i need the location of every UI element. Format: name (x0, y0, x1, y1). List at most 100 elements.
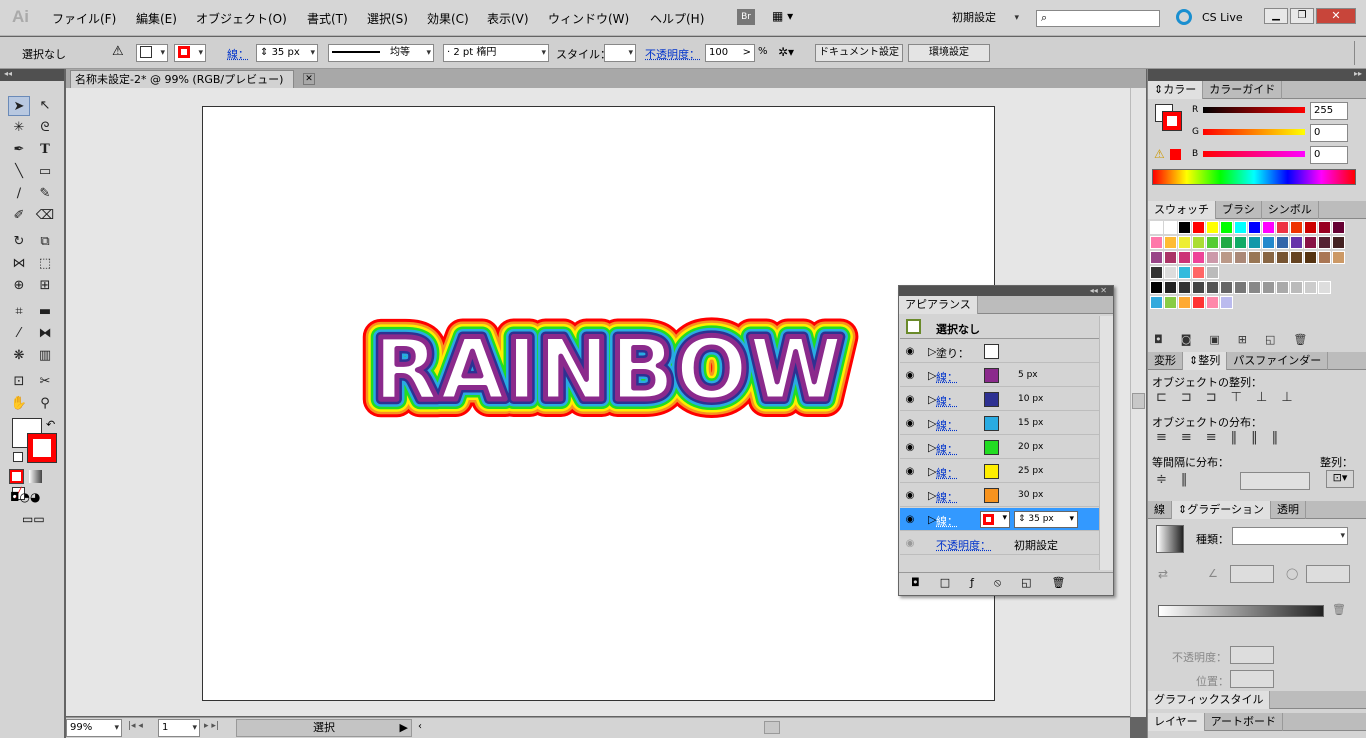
swatch[interactable] (1192, 236, 1205, 249)
slice-tool-icon[interactable]: ✂ (34, 372, 56, 392)
align-objects-buttons[interactable]: ⊏⊐⊐⊤⊥⊥ (1156, 390, 1307, 405)
color-mode-icon[interactable] (9, 469, 24, 484)
swatch[interactable] (1304, 236, 1317, 249)
swatch[interactable] (1220, 296, 1233, 309)
drawing-mode-icon[interactable]: ◘◔◕ (10, 490, 58, 504)
type-tool-icon[interactable]: T (34, 140, 56, 160)
menu-help[interactable]: ヘルプ(H) (650, 10, 704, 27)
swatch[interactable] (1332, 221, 1345, 234)
tools-panel-header[interactable]: ◂◂ (0, 69, 64, 81)
gradient-tool-icon[interactable]: ▬ (34, 302, 56, 322)
arrange-documents-icon[interactable]: ▦ ▾ (772, 9, 802, 25)
stroke-color-box[interactable] (984, 416, 999, 431)
tab-gradient[interactable]: ⇕グラデーション (1172, 501, 1271, 519)
artboard-number-field[interactable]: 1 (158, 719, 200, 737)
control-bar-menu-icon[interactable] (1354, 41, 1362, 65)
eyedropper-tool-icon[interactable]: ⁄ (8, 324, 30, 344)
stroke-row[interactable]: ◉ ▷ 線： 10 px (900, 388, 1099, 411)
fill-color-box[interactable] (984, 344, 999, 359)
swatch[interactable] (1192, 296, 1205, 309)
swatch[interactable] (1206, 221, 1219, 234)
menu-effect[interactable]: 効果(C) (427, 10, 469, 27)
stroke-label[interactable]: 線： (936, 417, 958, 433)
minimize-button[interactable]: ▁ (1264, 8, 1288, 24)
swatch[interactable] (1178, 221, 1191, 234)
visibility-eye-icon[interactable]: ◉ (902, 392, 918, 407)
workspace-switcher[interactable]: 初期設定 (946, 9, 1021, 27)
appearance-scrollbar[interactable] (1099, 316, 1113, 570)
stop-position-field[interactable] (1230, 670, 1274, 688)
stroke-row[interactable]: ◉ ▷ 線： 15 px (900, 412, 1099, 435)
fill-color-dropdown[interactable] (136, 44, 168, 62)
fill-row[interactable]: ◉ ▷ 塗り： (900, 340, 1099, 363)
tab-transform[interactable]: 変形 (1148, 352, 1183, 370)
swatch[interactable] (1262, 236, 1275, 249)
stroke-color-box[interactable] (984, 464, 999, 479)
stroke-label[interactable]: 線： (936, 369, 958, 385)
mesh-tool-icon[interactable]: ⌗ (8, 302, 30, 322)
status-display[interactable]: 選択 ▶ (236, 719, 412, 737)
menu-file[interactable]: ファイル(F) (52, 10, 116, 27)
menu-type[interactable]: 書式(T) (307, 10, 348, 27)
gradient-preview[interactable] (1156, 525, 1184, 553)
lasso-tool-icon[interactable]: ᘓ (34, 118, 56, 138)
stroke-row[interactable]: ◉ ▷ 線： 5 px (900, 364, 1099, 387)
swatch[interactable] (1290, 236, 1303, 249)
color-spectrum[interactable] (1152, 169, 1356, 185)
close-button[interactable]: ✕ (1316, 8, 1356, 24)
tab-appearance[interactable]: アピアランス (899, 296, 978, 314)
stroke-color-dropdown[interactable] (174, 44, 206, 62)
swatch[interactable] (1318, 221, 1331, 234)
swatch[interactable] (1290, 251, 1303, 264)
pen-tool-icon[interactable]: ✒ (8, 140, 30, 160)
swatch[interactable] (1178, 236, 1191, 249)
shape-builder-tool-icon[interactable]: ⊕ (8, 276, 30, 296)
stroke-label[interactable]: 線： (936, 441, 958, 457)
search-input[interactable]: ⌕ (1036, 10, 1160, 27)
swatch[interactable] (1318, 236, 1331, 249)
swatch[interactable] (1304, 281, 1317, 294)
tab-artboards[interactable]: アートボード (1205, 713, 1284, 731)
delete-stop-icon[interactable]: 🗑 (1332, 603, 1346, 616)
tab-stroke[interactable]: 線 (1148, 501, 1172, 519)
swatch[interactable] (1276, 281, 1289, 294)
swatch[interactable] (1248, 221, 1261, 234)
swatch[interactable] (1234, 281, 1247, 294)
graphic-style-dropdown[interactable] (604, 44, 636, 62)
swatch-footer-buttons[interactable]: ◘◙▣⊞◱🗑 (1154, 333, 1325, 346)
swatch[interactable] (1192, 221, 1205, 234)
gradient-mode-icon[interactable] (28, 470, 42, 483)
stroke-color-box[interactable] (984, 392, 999, 407)
swatch[interactable] (1248, 236, 1261, 249)
opacity-field[interactable]: 100 > (705, 44, 755, 62)
swatch[interactable] (1192, 266, 1205, 279)
swatch[interactable] (1206, 236, 1219, 249)
angle-field[interactable] (1230, 565, 1274, 583)
direct-selection-tool-icon[interactable]: ↖ (34, 96, 56, 116)
swatch[interactable] (1206, 266, 1219, 279)
scale-tool-icon[interactable]: ⧉ (34, 232, 56, 252)
paintbrush-tool-icon[interactable]: ∕ (8, 184, 30, 204)
gradient-type-dropdown[interactable] (1232, 527, 1348, 545)
gradient-slider[interactable] (1158, 605, 1324, 617)
stroke-label[interactable]: 線： (936, 513, 958, 529)
stroke-row-selected[interactable]: ◉ ▷ 線： ▾ ⇕ 35 px ▾ (900, 508, 1099, 531)
stroke-swatch[interactable] (27, 433, 57, 463)
swatch[interactable] (1262, 281, 1275, 294)
horizontal-scroll-thumb[interactable] (764, 721, 780, 734)
swatch[interactable] (1220, 236, 1233, 249)
swatch[interactable] (1276, 221, 1289, 234)
swatch[interactable] (1304, 221, 1317, 234)
screen-mode-icon[interactable]: ▭▭ (22, 512, 46, 526)
swatch[interactable] (1248, 281, 1261, 294)
visibility-eye-icon[interactable]: ◉ (902, 536, 918, 551)
visibility-eye-icon[interactable]: ◉ (902, 512, 918, 527)
swatch[interactable] (1164, 281, 1177, 294)
swatch[interactable] (1164, 296, 1177, 309)
swatch[interactable] (1248, 251, 1261, 264)
tab-color-guide[interactable]: カラーガイド (1203, 81, 1283, 99)
stroke-row[interactable]: ◉ ▷ 線： 30 px (900, 484, 1099, 507)
menu-select[interactable]: 選択(S) (367, 10, 408, 27)
zoom-tool-icon[interactable]: ⚲ (34, 394, 56, 414)
distribute-spacing-buttons[interactable]: ≑‖ (1156, 472, 1201, 487)
